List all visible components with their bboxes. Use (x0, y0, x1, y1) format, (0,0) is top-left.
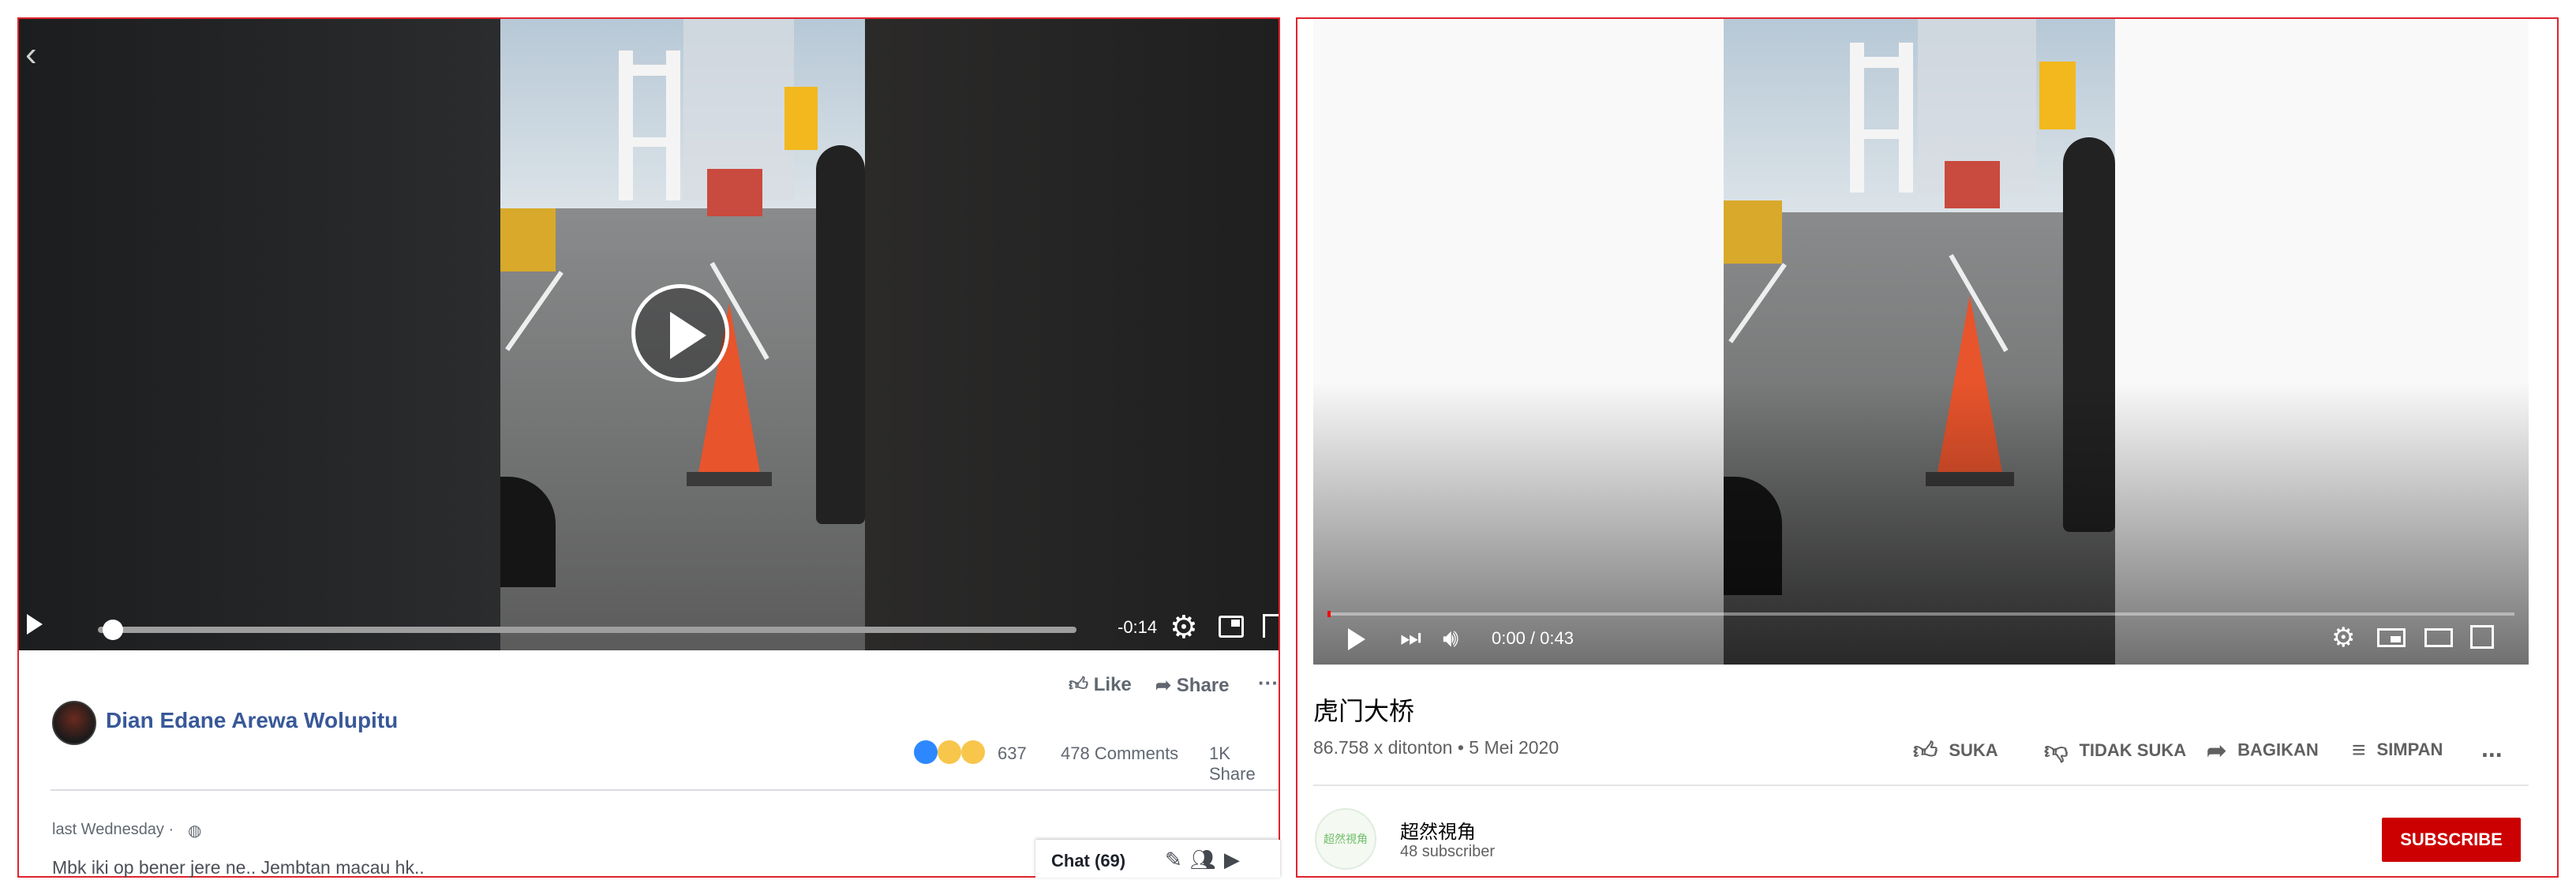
play-icon[interactable] (1348, 628, 1365, 650)
time-remaining: -0:14 (1118, 617, 1158, 637)
seek-bar[interactable] (98, 627, 1076, 633)
share-label: BAGIKAN (2237, 740, 2319, 760)
channel-name[interactable]: 超然視角 (1400, 816, 1476, 844)
like-reaction-icon[interactable] (914, 740, 938, 764)
more-actions-button[interactable]: ... (2481, 734, 2503, 763)
thumbs-up-icon: 👍︎ (1069, 674, 1094, 695)
fullscreen-icon[interactable] (1263, 614, 1279, 638)
compose-icon[interactable]: ✎ (1165, 848, 1190, 871)
chat-actions: ✎👥︎▶ (1165, 848, 1248, 872)
subscriber-count: 48 subscriber (1400, 843, 1496, 860)
reaction-count[interactable]: 637 (998, 743, 1027, 764)
post-timestamp[interactable]: last Wednesday · (52, 821, 174, 839)
author-avatar[interactable] (52, 701, 96, 745)
view-count-date: 86.758 x ditonton • 5 Mei 2020 (1313, 737, 1559, 758)
dislike-label: TIDAK SUKA (2079, 740, 2187, 760)
like-button[interactable]: 👍︎ Like (1069, 674, 1132, 696)
progress-bar-played (1327, 611, 1331, 617)
share-button[interactable]: ➦ BAGIKAN (2207, 737, 2319, 765)
picture-in-picture-icon[interactable] (1219, 616, 1244, 638)
channel-avatar[interactable]: 超然視角 (1315, 808, 1376, 870)
wow-reaction-icon[interactable] (938, 740, 961, 764)
shares-count[interactable]: 1K Share (1209, 743, 1279, 785)
video-blurred-left (19, 19, 500, 650)
sad-reaction-icon[interactable] (961, 740, 985, 764)
save-label: SIMPAN (2376, 739, 2443, 759)
fullscreen-icon[interactable] (2470, 625, 2494, 649)
bridge-tower-beam (1850, 129, 1913, 139)
play-icon[interactable] (27, 614, 43, 635)
back-arrow-icon[interactable]: ‹ (25, 35, 37, 74)
traffic-cone-base (687, 472, 772, 486)
next-icon[interactable]: ⏭︎ (1400, 625, 1421, 652)
chat-label[interactable]: Chat (69) (1051, 851, 1125, 871)
save-button[interactable]: ≡ SIMPAN (2352, 737, 2443, 764)
theater-icon[interactable] (2424, 628, 2453, 647)
like-button[interactable]: 👍︎ SUKA (1913, 737, 1998, 766)
play-triangle (670, 312, 706, 359)
thumbs-up-icon: 👍︎ (1913, 738, 1938, 764)
yellow-barrier (1724, 200, 1782, 264)
thumbs-down-icon: 👎︎ (2044, 738, 2069, 764)
settings-gear-icon[interactable]: ⚙ (2331, 622, 2355, 653)
more-options-button[interactable]: ··· (1258, 671, 1279, 695)
subscribe-button[interactable]: SUBSCRIBE (2382, 818, 2521, 862)
chat-bar[interactable]: Chat (69) ✎👥︎▶ (1035, 840, 1280, 878)
divider (51, 789, 1279, 791)
youtube-video-player[interactable]: ⏭︎ 🔊︎ 0:00 / 0:43 ⚙ (1313, 19, 2529, 665)
video-call-icon[interactable]: ▶ (1224, 848, 1248, 871)
share-button[interactable]: ➦ Share (1155, 674, 1229, 697)
seek-handle[interactable] (103, 620, 123, 640)
volume-icon[interactable]: 🔊︎ (1443, 624, 1458, 653)
playlist-add-icon: ≡ (2352, 737, 2366, 763)
time-display: 0:00 / 0:43 (1492, 628, 1574, 648)
bridge-railing (1945, 161, 2000, 208)
yellow-barrier (500, 208, 556, 271)
video-controls: -0:14 ⚙ (19, 603, 1279, 650)
globe-icon: ◍ (188, 822, 202, 840)
facebook-video-player[interactable]: ‹ -0:14 ⚙ (19, 19, 1279, 650)
video-blurred-right (865, 19, 1279, 650)
like-label: Like (1093, 674, 1132, 695)
play-icon[interactable] (631, 284, 729, 382)
warning-sign (2039, 62, 2076, 129)
miniplayer-icon[interactable] (2377, 628, 2406, 647)
comments-count[interactable]: 478 Comments (1061, 743, 1178, 764)
author-name[interactable]: Dian Edane Arewa Wolupitu (106, 708, 398, 733)
settings-gear-icon[interactable]: ⚙ (1170, 609, 1198, 646)
facebook-post-panel: ‹ -0:14 ⚙ Dian Edane Arewa Wolupitu 👍︎ L… (17, 17, 1280, 878)
people-icon[interactable]: 👥︎ (1190, 848, 1224, 871)
share-arrow-icon: ➦ (2207, 738, 2227, 764)
dislike-button[interactable]: 👎︎ TIDAK SUKA (2044, 737, 2186, 766)
bridge-tower-beam (1850, 57, 1913, 68)
progress-bar[interactable] (1327, 612, 2514, 616)
post-caption: Mbk iki op bener jere ne.. Jembtan macau… (52, 857, 425, 878)
warning-sign (784, 87, 818, 150)
bridge-tower-beam (619, 137, 680, 147)
share-label: Share (1176, 675, 1230, 696)
video-title: 虎门大桥 (1313, 697, 1415, 725)
bridge-railing (707, 169, 762, 216)
youtube-watch-panel: ⏭︎ 🔊︎ 0:00 / 0:43 ⚙ 虎门大桥 86.758 x ditont… (1296, 17, 2559, 878)
divider (1313, 785, 2529, 786)
motorcyclist (816, 145, 865, 524)
like-label: SUKA (1949, 740, 1998, 760)
share-arrow-icon: ➦ (1155, 675, 1177, 696)
bridge-tower-beam (619, 65, 680, 76)
